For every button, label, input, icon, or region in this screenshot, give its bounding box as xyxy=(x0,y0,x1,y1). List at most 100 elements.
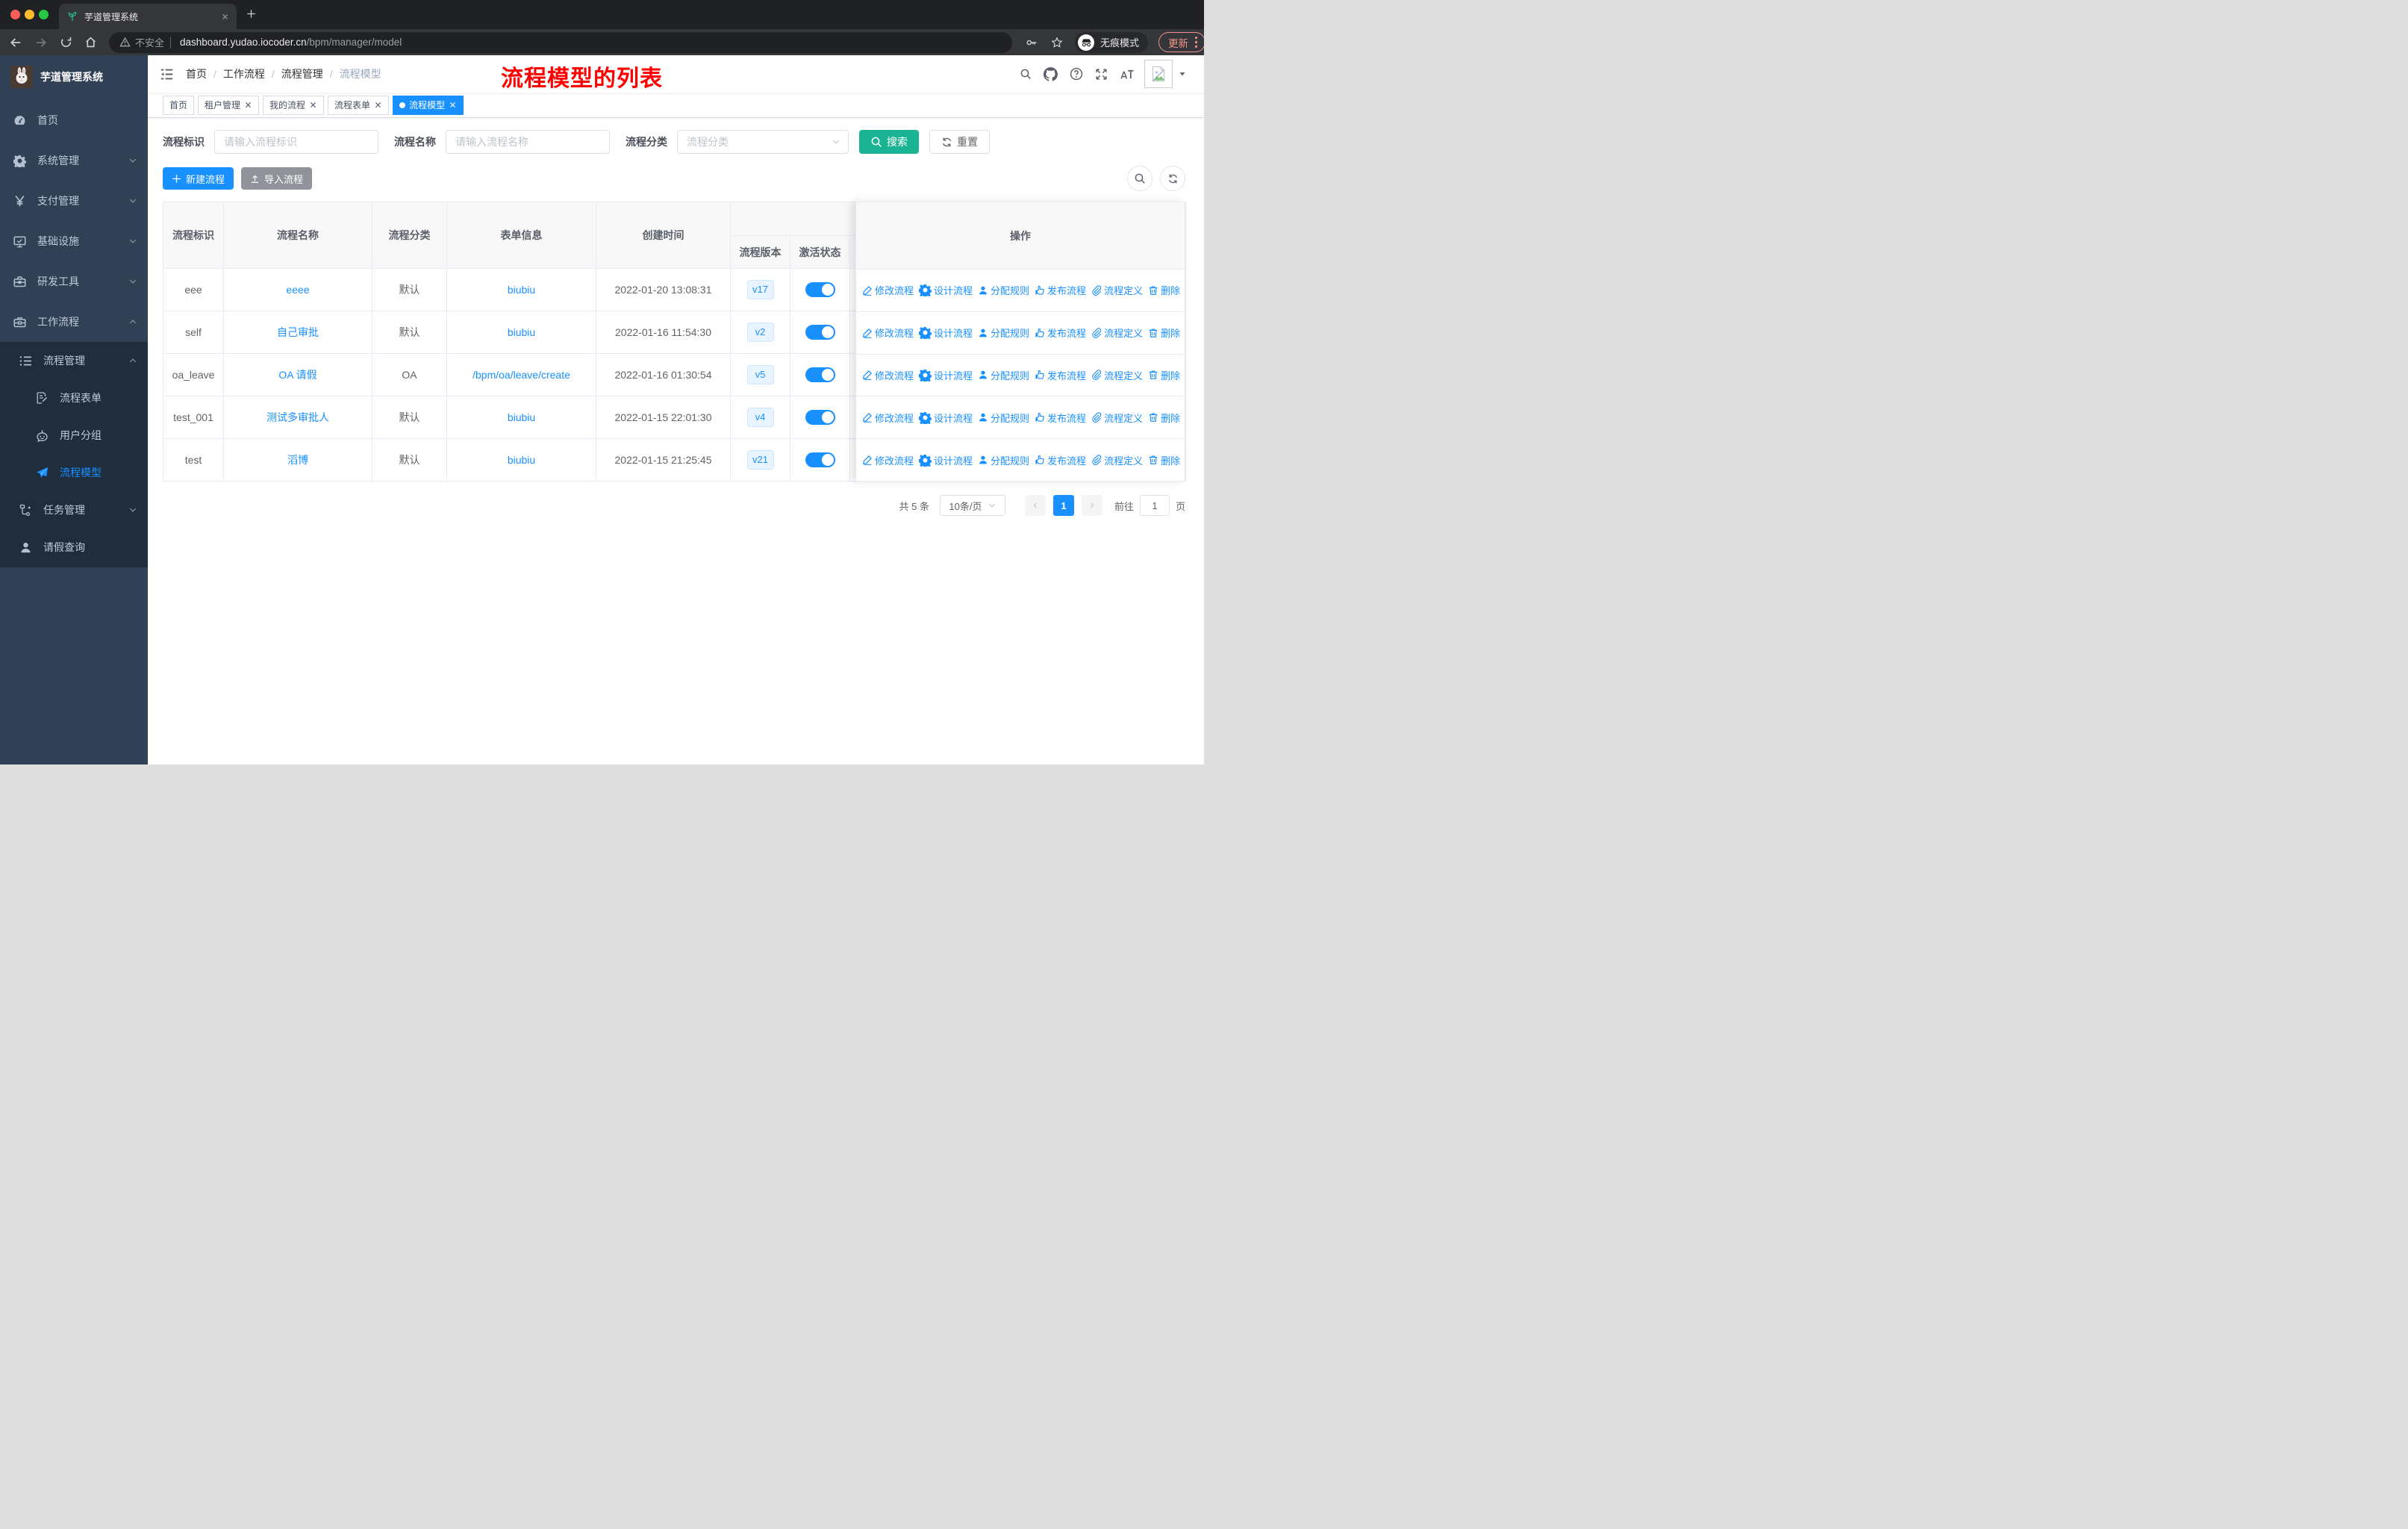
fontsize-icon[interactable] xyxy=(1120,68,1134,81)
sidebar-item-4[interactable]: 研发工具 xyxy=(0,261,148,302)
close-icon[interactable] xyxy=(374,101,382,109)
action-link[interactable]: 修改流程 xyxy=(862,283,914,297)
refresh-table-button[interactable] xyxy=(1160,166,1185,191)
status-toggle[interactable] xyxy=(805,452,835,467)
model-name-link[interactable]: OA 请假 xyxy=(278,369,316,381)
action-link[interactable]: 流程定义 xyxy=(1091,453,1143,467)
model-name-link[interactable]: 自己审批 xyxy=(277,326,319,338)
sidebar-subitem-0[interactable]: 流程管理 xyxy=(0,342,148,379)
next-page-button[interactable]: › xyxy=(1081,495,1102,516)
breadcrumb-item[interactable]: 工作流程 xyxy=(223,66,265,81)
action-link[interactable]: 发布流程 xyxy=(1035,283,1086,297)
search-icon[interactable] xyxy=(1020,68,1032,80)
action-link[interactable]: 发布流程 xyxy=(1035,453,1086,467)
action-link[interactable]: 流程定义 xyxy=(1091,283,1143,297)
minimize-window-button[interactable] xyxy=(25,10,34,19)
question-icon[interactable] xyxy=(1070,67,1083,81)
new-tab-button[interactable] xyxy=(246,9,256,19)
form-info-link[interactable]: biubiu xyxy=(508,411,535,423)
bookmark-star-icon[interactable] xyxy=(1051,36,1063,49)
action-link[interactable]: 发布流程 xyxy=(1035,411,1086,425)
action-link[interactable]: 分配规则 xyxy=(978,453,1029,467)
action-link[interactable]: 删除 xyxy=(1148,368,1180,382)
browser-tab[interactable]: 芋道管理系统 xyxy=(59,4,237,29)
sidebar-item-1[interactable]: 系统管理 xyxy=(0,140,148,181)
status-toggle[interactable] xyxy=(805,367,835,382)
close-icon[interactable] xyxy=(449,101,457,109)
page-size-select[interactable]: 10条/页 xyxy=(939,495,1005,516)
action-link[interactable]: 设计流程 xyxy=(919,411,973,425)
form-info-link[interactable]: biubiu xyxy=(508,326,535,338)
action-link[interactable]: 删除 xyxy=(1148,453,1180,467)
sidebar-subitem-2[interactable]: 用户分组 xyxy=(0,417,148,454)
sidebar-subitem-3[interactable]: 流程模型 xyxy=(0,454,148,491)
prev-page-button[interactable]: ‹ xyxy=(1024,495,1046,516)
action-link[interactable]: 流程定义 xyxy=(1091,326,1143,340)
action-link[interactable]: 流程定义 xyxy=(1091,368,1143,382)
filter-key-input[interactable] xyxy=(214,130,378,154)
import-model-button[interactable]: 导入流程 xyxy=(241,167,313,190)
tag-view-0[interactable]: 首页 xyxy=(163,95,195,115)
tag-view-1[interactable]: 租户管理 xyxy=(198,95,260,115)
create-model-button[interactable]: 新建流程 xyxy=(163,167,234,190)
sidebar-item-2[interactable]: 支付管理 xyxy=(0,181,148,221)
sidebar-item-3[interactable]: 基础设施 xyxy=(0,221,148,261)
sidebar-subitem-5[interactable]: 请假查询 xyxy=(0,529,148,566)
form-info-link[interactable]: /bpm/oa/leave/create xyxy=(472,369,570,381)
form-info-link[interactable]: biubiu xyxy=(508,284,535,296)
action-link[interactable]: 设计流程 xyxy=(919,326,973,340)
action-link[interactable]: 分配规则 xyxy=(978,411,1029,425)
back-icon[interactable] xyxy=(9,36,22,49)
search-button[interactable]: 搜索 xyxy=(859,130,919,154)
password-key-icon[interactable] xyxy=(1026,37,1038,49)
avatar-caret-down-icon[interactable] xyxy=(1179,70,1186,78)
form-info-link[interactable]: biubiu xyxy=(508,454,535,466)
fullscreen-icon[interactable] xyxy=(1095,68,1108,81)
action-link[interactable]: 删除 xyxy=(1148,283,1180,297)
sidebar-subitem-1[interactable]: 流程表单 xyxy=(0,379,148,417)
user-avatar[interactable] xyxy=(1144,60,1173,88)
action-link[interactable]: 分配规则 xyxy=(978,283,1029,297)
current-page-button[interactable]: 1 xyxy=(1052,495,1074,516)
close-icon[interactable] xyxy=(244,101,252,109)
action-link[interactable]: 修改流程 xyxy=(862,326,914,340)
action-link[interactable]: 删除 xyxy=(1148,411,1180,425)
sidebar-subitem-4[interactable]: 任务管理 xyxy=(0,491,148,529)
update-button[interactable]: 更新 xyxy=(1158,32,1204,52)
filter-category-select[interactable]: 流程分类 xyxy=(677,130,849,154)
forward-icon[interactable] xyxy=(34,36,48,49)
model-name-link[interactable]: eeee xyxy=(286,284,309,296)
browser-menu-icon[interactable] xyxy=(1194,36,1198,49)
action-link[interactable]: 分配规则 xyxy=(978,326,1029,340)
action-link[interactable]: 分配规则 xyxy=(978,368,1029,382)
home-icon[interactable] xyxy=(84,36,97,49)
action-link[interactable]: 删除 xyxy=(1148,326,1180,340)
action-link[interactable]: 发布流程 xyxy=(1035,368,1086,382)
status-toggle[interactable] xyxy=(805,410,835,425)
status-toggle[interactable] xyxy=(805,282,835,297)
model-name-link[interactable]: 滔博 xyxy=(287,454,308,466)
address-bar[interactable]: 不安全 dashboard.yudao.iocoder.cn/bpm/manag… xyxy=(109,31,1012,53)
breadcrumb-item[interactable]: 流程管理 xyxy=(281,66,323,81)
tag-view-4[interactable]: 流程模型 xyxy=(393,95,464,115)
status-toggle[interactable] xyxy=(805,325,835,340)
filter-name-input[interactable] xyxy=(446,130,610,154)
goto-page-input[interactable] xyxy=(1139,495,1170,516)
action-link[interactable]: 设计流程 xyxy=(919,368,973,382)
github-icon[interactable] xyxy=(1044,66,1058,81)
zoom-window-button[interactable] xyxy=(39,10,49,19)
action-link[interactable]: 设计流程 xyxy=(919,453,973,467)
reload-icon[interactable] xyxy=(60,36,72,49)
sidebar-item-5[interactable]: 工作流程 xyxy=(0,302,148,342)
tab-close-icon[interactable] xyxy=(221,13,229,21)
breadcrumb-item[interactable]: 首页 xyxy=(186,66,207,81)
tag-view-3[interactable]: 流程表单 xyxy=(328,95,390,115)
action-link[interactable]: 发布流程 xyxy=(1035,326,1086,340)
close-icon[interactable] xyxy=(309,101,317,109)
action-link[interactable]: 流程定义 xyxy=(1091,411,1143,425)
action-link[interactable]: 修改流程 xyxy=(862,411,914,425)
sidebar-item-0[interactable]: 首页 xyxy=(0,100,148,140)
tag-view-2[interactable]: 我的流程 xyxy=(263,95,325,115)
action-link[interactable]: 设计流程 xyxy=(919,283,973,297)
toggle-search-button[interactable] xyxy=(1127,166,1152,191)
